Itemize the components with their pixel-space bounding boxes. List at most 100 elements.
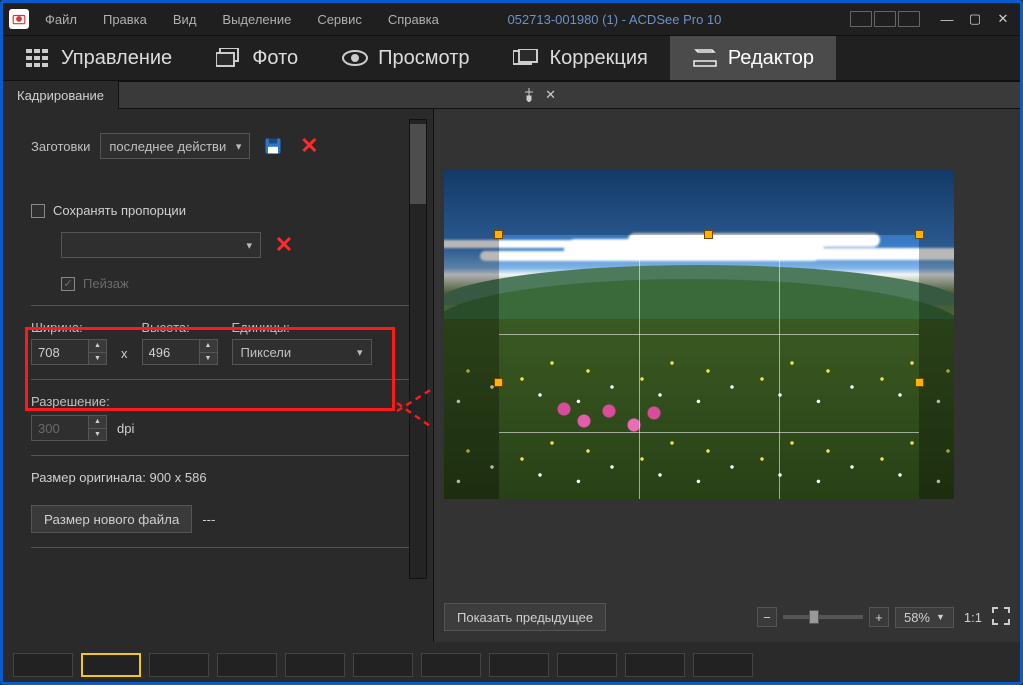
menu-tools[interactable]: Сервис — [317, 12, 362, 27]
titlebar: Файл Правка Вид Выделение Сервис Справка… — [3, 3, 1020, 35]
window-buttons: — ▢ ✕ — [936, 9, 1014, 29]
sliders-icon — [513, 48, 539, 68]
app-window: Файл Правка Вид Выделение Сервис Справка… — [0, 0, 1023, 685]
filmstrip-thumb[interactable] — [625, 653, 685, 677]
mode-manage[interactable]: Управление — [3, 36, 194, 80]
units-select[interactable]: Пиксели — [232, 339, 372, 365]
units-label: Единицы: — [232, 320, 372, 335]
resolution-field[interactable] — [32, 416, 88, 440]
layout-1-icon[interactable] — [850, 11, 872, 27]
mode-edit[interactable]: Редактор — [670, 36, 836, 80]
eye-icon — [342, 48, 368, 68]
panel-scrollbar[interactable] — [409, 119, 427, 579]
mode-edit-label: Редактор — [728, 47, 814, 70]
close-panel-button[interactable]: ✕ — [540, 87, 562, 103]
delete-preset-button[interactable]: ✕ — [296, 133, 322, 159]
mode-tabs: Управление Фото Просмотр Коррекция Редак… — [3, 35, 1020, 81]
clear-ratio-button[interactable]: ✕ — [271, 232, 297, 258]
crop-handle-tr[interactable] — [915, 230, 924, 239]
app-icon — [9, 9, 29, 29]
height-spinner[interactable]: ▲▼ — [199, 340, 217, 364]
crop-handle-ml[interactable] — [494, 378, 503, 387]
mode-view[interactable]: Просмотр — [320, 36, 491, 80]
menu-select[interactable]: Выделение — [222, 12, 291, 27]
zoom-value: 58% — [904, 610, 930, 625]
width-field[interactable] — [32, 340, 88, 364]
menu-edit[interactable]: Правка — [103, 12, 147, 27]
presets-select[interactable]: последнее действи — [100, 133, 250, 159]
filmstrip-thumb[interactable] — [489, 653, 549, 677]
original-size-label: Размер оригинала: 900 x 586 — [31, 470, 409, 485]
show-previous-button[interactable]: Показать предыдущее — [444, 603, 606, 631]
keep-ratio-label: Сохранять пропорции — [53, 203, 186, 218]
keep-ratio-checkbox[interactable]: Сохранять пропорции — [31, 203, 409, 218]
checkbox-checked-icon — [61, 277, 75, 291]
canvas-toolbar: Показать предыдущее − + 58%▼ 1:1 — [444, 600, 1010, 634]
layout-2-icon[interactable] — [874, 11, 896, 27]
layout-3-icon[interactable] — [898, 11, 920, 27]
mode-photo[interactable]: Фото — [194, 36, 320, 80]
x-separator: x — [121, 346, 128, 365]
crop-handle-mr[interactable] — [915, 378, 924, 387]
crop-handle-tm[interactable] — [704, 230, 713, 239]
crop-panel: Заготовки последнее действи ✕ Сохранять … — [3, 109, 433, 642]
close-window-button[interactable]: ✕ — [992, 9, 1014, 29]
grid-icon — [25, 48, 51, 68]
filmstrip-thumb[interactable] — [285, 653, 345, 677]
menu-view[interactable]: Вид — [173, 12, 197, 27]
pictures-icon — [216, 48, 242, 68]
filmstrip-thumb[interactable] — [353, 653, 413, 677]
resolution-unit: dpi — [117, 421, 134, 436]
height-field[interactable] — [143, 340, 199, 364]
canvas-area: Показать предыдущее − + 58%▼ 1:1 — [433, 109, 1020, 642]
zoom-slider-knob[interactable] — [809, 610, 819, 624]
window-title: 052713-001980 (1) - ACDSee Pro 10 — [379, 12, 850, 27]
minimize-button[interactable]: — — [936, 9, 958, 29]
mode-develop-label: Коррекция — [549, 47, 647, 70]
zoom-display[interactable]: 58%▼ — [895, 607, 954, 628]
mode-photo-label: Фото — [252, 47, 298, 70]
crop-handle-tl[interactable] — [494, 230, 503, 239]
presets-value: последнее действи — [109, 139, 226, 154]
zoom-slider[interactable] — [783, 615, 863, 619]
fit-actual-button[interactable]: 1:1 — [964, 610, 982, 625]
width-spinner[interactable]: ▲▼ — [88, 340, 106, 364]
panel-tab-crop[interactable]: Кадрирование — [3, 81, 119, 109]
zoom-in-button[interactable]: + — [869, 607, 889, 627]
save-preset-button[interactable] — [260, 133, 286, 159]
resolution-label: Разрешение: — [31, 394, 409, 409]
height-input[interactable]: ▲▼ — [142, 339, 218, 365]
layout-buttons — [850, 11, 920, 27]
filmstrip-thumb[interactable] — [149, 653, 209, 677]
zoom-out-button[interactable]: − — [757, 607, 777, 627]
panel-header: Кадрирование ✕ — [3, 81, 1020, 109]
main: Заготовки последнее действи ✕ Сохранять … — [3, 109, 1020, 642]
checkbox-icon — [31, 204, 45, 218]
pin-icon[interactable] — [518, 88, 540, 102]
presets-label: Заготовки — [31, 139, 90, 154]
resolution-spinner[interactable]: ▲▼ — [88, 416, 106, 440]
filmstrip-thumb[interactable] — [557, 653, 617, 677]
ruler-pencil-icon — [692, 48, 718, 68]
height-label: Высота: — [142, 320, 218, 335]
filmstrip-thumb[interactable] — [421, 653, 481, 677]
scrollbar-thumb[interactable] — [410, 124, 426, 204]
menu-file[interactable]: Файл — [45, 12, 77, 27]
resolution-input[interactable]: ▲▼ — [31, 415, 107, 441]
maximize-button[interactable]: ▢ — [964, 9, 986, 29]
filmstrip — [3, 642, 1020, 682]
filmstrip-thumb[interactable] — [13, 653, 73, 677]
mode-view-label: Просмотр — [378, 47, 469, 70]
landscape-checkbox[interactable]: Пейзаж — [61, 276, 409, 291]
ratio-select[interactable] — [61, 232, 261, 258]
filmstrip-thumb-active[interactable] — [81, 653, 141, 677]
mode-develop[interactable]: Коррекция — [491, 36, 669, 80]
landscape-label: Пейзаж — [83, 276, 129, 291]
width-input[interactable]: ▲▼ — [31, 339, 107, 365]
new-file-size-button[interactable]: Размер нового файла — [31, 505, 192, 533]
filmstrip-thumb[interactable] — [693, 653, 753, 677]
photo-preview[interactable] — [444, 169, 954, 499]
filmstrip-thumb[interactable] — [217, 653, 277, 677]
crop-rectangle[interactable] — [499, 235, 919, 499]
fullscreen-icon[interactable] — [992, 607, 1010, 628]
